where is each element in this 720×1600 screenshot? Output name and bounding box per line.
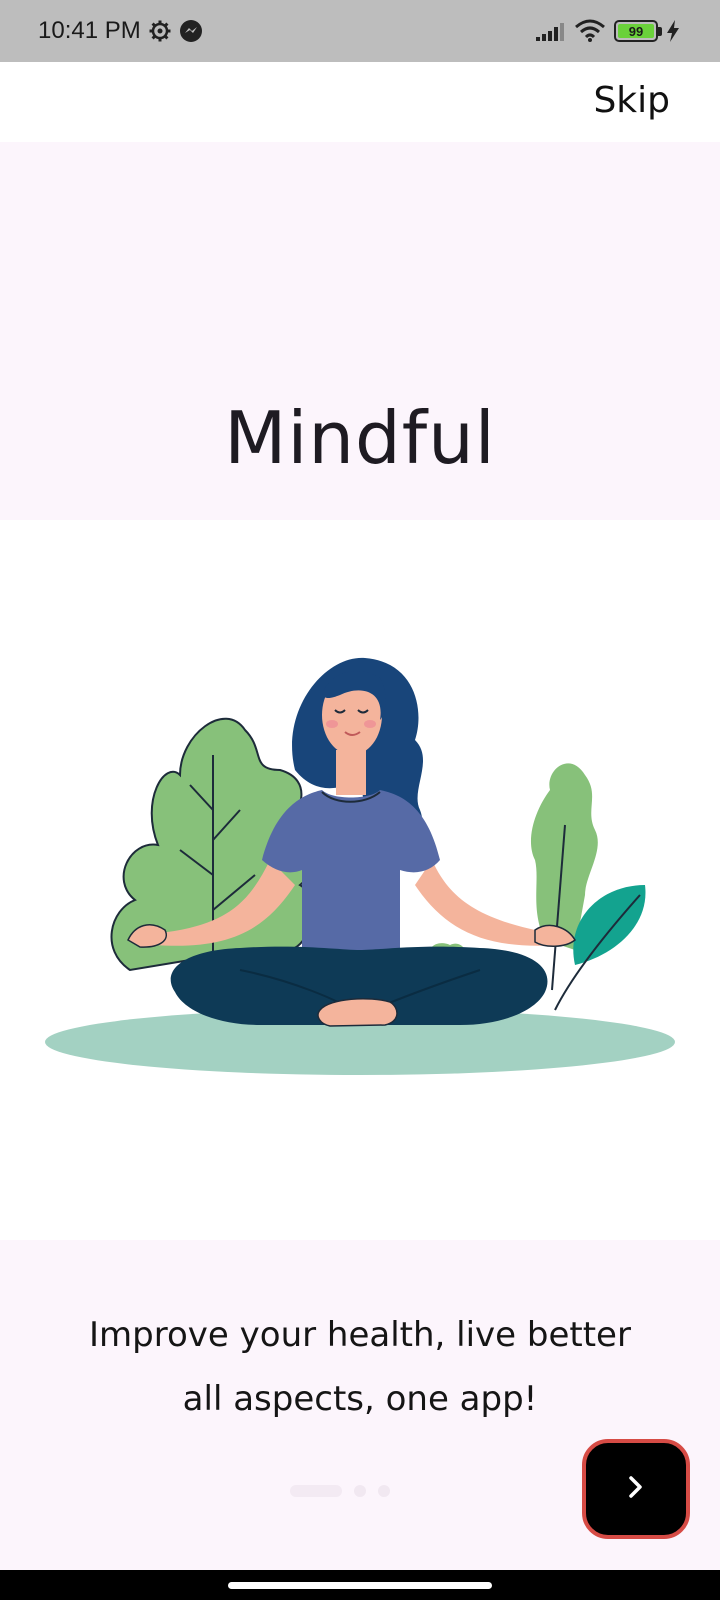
title-section: Mindful xyxy=(0,142,720,520)
charging-icon xyxy=(666,20,680,42)
app-title: Mindful xyxy=(224,396,496,480)
tagline-line-1: Improve your health, live better xyxy=(89,1315,631,1355)
meditation-illustration xyxy=(45,657,675,1075)
status-right: 99 xyxy=(536,19,680,43)
page-indicator xyxy=(290,1485,390,1497)
status-bar: 10:41 PM 99 xyxy=(0,0,720,62)
battery-tip xyxy=(658,27,662,36)
battery-level: 99 xyxy=(618,24,654,38)
page-dot[interactable] xyxy=(378,1485,390,1497)
nav-bar xyxy=(0,1570,720,1600)
page-dot-active[interactable] xyxy=(290,1485,342,1497)
tagline: Improve your health, live better all asp… xyxy=(40,1303,680,1431)
battery-icon: 99 xyxy=(614,20,662,42)
messenger-icon xyxy=(179,19,203,43)
wifi-icon xyxy=(574,19,606,43)
status-time: 10:41 PM xyxy=(38,17,141,44)
chevron-right-icon xyxy=(626,1475,646,1504)
bottom-section: Improve your health, live better all asp… xyxy=(0,1240,720,1570)
status-left: 10:41 PM xyxy=(38,17,203,45)
signal-icon xyxy=(536,21,566,41)
home-indicator[interactable] xyxy=(228,1582,492,1589)
skip-button[interactable]: Skip xyxy=(593,80,670,121)
next-button[interactable] xyxy=(582,1439,690,1539)
settings-gear-icon xyxy=(149,20,171,42)
page-dot[interactable] xyxy=(354,1485,366,1497)
tagline-line-2: all aspects, one app! xyxy=(182,1379,538,1419)
top-bar: Skip xyxy=(0,62,720,142)
